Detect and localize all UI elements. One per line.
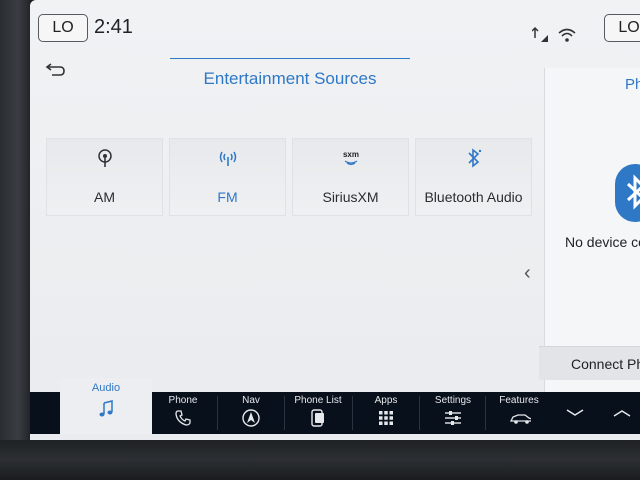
infotainment-screen: LO 2:41 LO Entertainment Sources AM FM s… (30, 0, 640, 440)
source-label: SiriusXM (322, 189, 379, 205)
source-label: Bluetooth Audio (424, 189, 523, 205)
page-title: Entertainment Sources (170, 58, 410, 89)
no-device-message: No device co (565, 234, 640, 250)
chevron-up-icon[interactable] (604, 392, 640, 434)
bluetooth-large-icon (615, 164, 640, 222)
bluetooth-icon (467, 148, 481, 168)
nav-tab-label: Phone List (294, 395, 342, 406)
svg-text:sxm: sxm (342, 150, 358, 159)
car-icon (509, 414, 531, 424)
source-label: FM (217, 189, 238, 205)
phone-icon (175, 410, 191, 426)
radio-signal-icon (219, 151, 236, 166)
nav-tab-settings[interactable]: Settings (420, 392, 486, 434)
wifi-icon (558, 28, 576, 42)
panel-collapse-chevron-icon[interactable]: ‹ (524, 262, 531, 285)
clock: 2:41 (94, 16, 133, 38)
sxm-icon: sxm (342, 150, 359, 166)
nav-tab-features[interactable]: Features (486, 392, 552, 434)
source-tile-siriusxm[interactable]: sxm SiriusXM (292, 138, 409, 216)
apps-grid-icon (379, 411, 393, 425)
music-note-icon (99, 400, 113, 417)
status-bar: LO 2:41 LO (30, 0, 640, 52)
nav-tab-label: Settings (434, 395, 472, 406)
nav-tab-phone[interactable]: Phone (150, 392, 216, 434)
nav-tab-label: Nav (242, 395, 260, 406)
nav-tab-nav[interactable]: Nav (218, 392, 284, 434)
back-arrow-icon[interactable] (42, 62, 68, 80)
phone-panel-title: Ph (625, 76, 640, 93)
screen-bezel-bottom (0, 440, 640, 480)
source-label: AM (94, 189, 115, 205)
phone-list-icon (311, 409, 324, 427)
chevron-down-icon[interactable] (550, 392, 600, 434)
nav-tab-label: Apps (374, 395, 398, 406)
navigation-icon (242, 409, 260, 427)
nav-tab-audio[interactable]: Audio (60, 378, 152, 434)
source-tile-am[interactable]: AM (46, 138, 163, 216)
nav-tab-label: Phone (168, 395, 198, 406)
phone-panel: Ph No device co Connect Ph (539, 68, 640, 394)
source-tile-fm[interactable]: FM (169, 138, 286, 216)
connect-phone-button[interactable]: Connect Ph (539, 346, 640, 380)
climate-right-temp-button[interactable]: LO (604, 14, 640, 42)
source-tile-bluetooth-audio[interactable]: Bluetooth Audio (415, 138, 532, 216)
nav-tab-label: Features (499, 395, 539, 406)
nav-tab-apps[interactable]: Apps (353, 392, 419, 434)
nav-tab-label: Audio (91, 382, 121, 394)
antenna-icon (97, 149, 112, 167)
nav-tab-phone-list[interactable]: Phone List (285, 392, 351, 434)
signal-transfer-icon (532, 26, 548, 42)
climate-left-temp-button[interactable]: LO (38, 14, 88, 42)
entertainment-sources-panel: Entertainment Sources AM FM sxm SiriusXM… (30, 52, 540, 378)
settings-sliders-icon (445, 411, 461, 425)
screen-bezel-left (0, 0, 30, 480)
